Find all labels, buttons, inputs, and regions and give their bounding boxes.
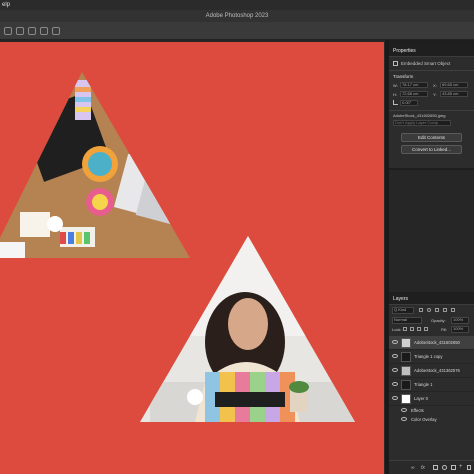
- layer-thumbnail: [401, 380, 411, 390]
- properties-panel: Properties Embedded Smart Object Transfo…: [389, 46, 474, 168]
- layer-thumbnail: [401, 394, 411, 404]
- layer-comp-select[interactable]: Don't Apply Layer Comp: [393, 120, 451, 126]
- canvas-artwork: [0, 72, 355, 422]
- h-label: H:: [393, 92, 397, 97]
- trash-icon[interactable]: [467, 465, 471, 470]
- angle-field[interactable]: 0.00°: [400, 100, 418, 106]
- visibility-eye-icon[interactable]: [392, 354, 398, 358]
- smart-filter-icon[interactable]: [451, 308, 455, 312]
- panel-empty-area: [389, 170, 474, 292]
- shape-filter-icon[interactable]: [443, 308, 447, 312]
- type-filter-icon[interactable]: [435, 308, 439, 312]
- lock-transparent-icon[interactable]: [403, 327, 407, 331]
- layer-name: Triangle 1 copy: [414, 354, 443, 359]
- align-left-icon[interactable]: [4, 27, 12, 35]
- lock-pixels-icon[interactable]: [410, 327, 414, 331]
- w-label: W:: [393, 83, 398, 88]
- layer-row[interactable]: AdobeStock_431362576: [389, 364, 474, 378]
- adjustment-layer-icon[interactable]: [442, 465, 447, 470]
- y-field[interactable]: 43.85 cm: [440, 91, 468, 97]
- divider: [389, 110, 474, 111]
- align-center-icon[interactable]: [16, 27, 24, 35]
- window-titlebar: Adobe Photoshop 2023: [0, 10, 474, 22]
- menu-item-help[interactable]: elp: [2, 2, 10, 8]
- object-type-label: Embedded Smart Object: [401, 61, 451, 66]
- blend-mode-select[interactable]: Normal: [392, 317, 422, 324]
- visibility-eye-icon[interactable]: [392, 396, 398, 400]
- layer-thumbnail: [401, 338, 411, 348]
- layer-row[interactable]: Triangle 1 copy: [389, 350, 474, 364]
- edit-contents-button[interactable]: Edit Contents: [401, 133, 462, 142]
- layer-row[interactable]: AdobeStock_431602650: [389, 336, 474, 350]
- height-field[interactable]: 72.68 cm: [400, 91, 428, 97]
- layer-thumbnail: [401, 366, 411, 376]
- layer-effect-row[interactable]: Color Overlay: [389, 415, 474, 424]
- opacity-label: Opacity:: [431, 318, 446, 323]
- opacity-field[interactable]: 100%: [451, 317, 469, 324]
- y-label: Y:: [433, 92, 437, 97]
- visibility-eye-icon[interactable]: [392, 382, 398, 386]
- layer-row[interactable]: Layer 0: [389, 392, 474, 406]
- layer-name: Triangle 1: [414, 382, 433, 387]
- distribute-icon[interactable]: [40, 27, 48, 35]
- move-icon[interactable]: [28, 27, 36, 35]
- effects-label: Effects: [411, 408, 424, 413]
- add-mask-icon[interactable]: [433, 465, 438, 470]
- visibility-eye-icon[interactable]: [392, 340, 398, 344]
- triangle-photo-portrait: [140, 236, 355, 422]
- transform-icon[interactable]: [52, 27, 60, 35]
- window-title: Adobe Photoshop 2023: [205, 13, 269, 19]
- adjustment-filter-icon[interactable]: [427, 308, 431, 312]
- color-overlay-label: Color Overlay: [411, 417, 437, 422]
- layer-name: AdobeStock_431602650: [414, 340, 460, 345]
- layer-row[interactable]: Triangle 1: [389, 378, 474, 392]
- smart-object-icon: [393, 61, 398, 66]
- menu-bar: elp: [0, 0, 474, 10]
- fill-label: Fill:: [441, 327, 448, 332]
- layers-panel: Layers Q Kind Normal Opacity: 100% Lock:…: [389, 294, 474, 474]
- lock-position-icon[interactable]: [417, 327, 421, 331]
- filename-label: AdobeStock_431602650.jpeg: [393, 113, 446, 118]
- visibility-eye-icon[interactable]: [401, 408, 407, 412]
- link-layers-icon[interactable]: ∞: [411, 465, 415, 471]
- triangle-photo-desk: [0, 72, 190, 258]
- convert-to-linked-button[interactable]: Convert to Linked...: [401, 145, 462, 154]
- lock-all-icon[interactable]: [424, 327, 428, 331]
- transform-heading: Transform: [393, 74, 414, 79]
- layers-footer: ∞ fx +: [389, 460, 474, 474]
- layer-thumbnail: [401, 352, 411, 362]
- pixel-filter-icon[interactable]: [419, 308, 423, 312]
- layer-effects-row[interactable]: Effects: [389, 406, 474, 415]
- visibility-eye-icon[interactable]: [392, 368, 398, 372]
- layer-style-icon[interactable]: fx: [421, 465, 425, 471]
- x-label: X:: [433, 83, 437, 88]
- properties-tab[interactable]: Properties: [389, 46, 474, 57]
- visibility-eye-icon[interactable]: [401, 417, 407, 421]
- x-field[interactable]: 69.65 cm: [440, 82, 468, 88]
- layer-filter-select[interactable]: Q Kind: [392, 307, 414, 314]
- layer-name: Layer 0: [414, 396, 428, 401]
- layer-name: AdobeStock_431362576: [414, 368, 460, 373]
- width-field[interactable]: 78.17 cm: [400, 82, 428, 88]
- filter-icons: [419, 308, 469, 313]
- new-layer-icon[interactable]: +: [459, 464, 463, 470]
- divider: [389, 70, 474, 71]
- new-group-icon[interactable]: [451, 465, 456, 470]
- options-bar: [0, 22, 474, 40]
- document-canvas[interactable]: [0, 42, 385, 474]
- lock-label: Lock:: [392, 327, 402, 332]
- fill-field[interactable]: 100%: [451, 326, 469, 333]
- angle-icon: [393, 100, 398, 105]
- layers-tab[interactable]: Layers: [389, 294, 474, 305]
